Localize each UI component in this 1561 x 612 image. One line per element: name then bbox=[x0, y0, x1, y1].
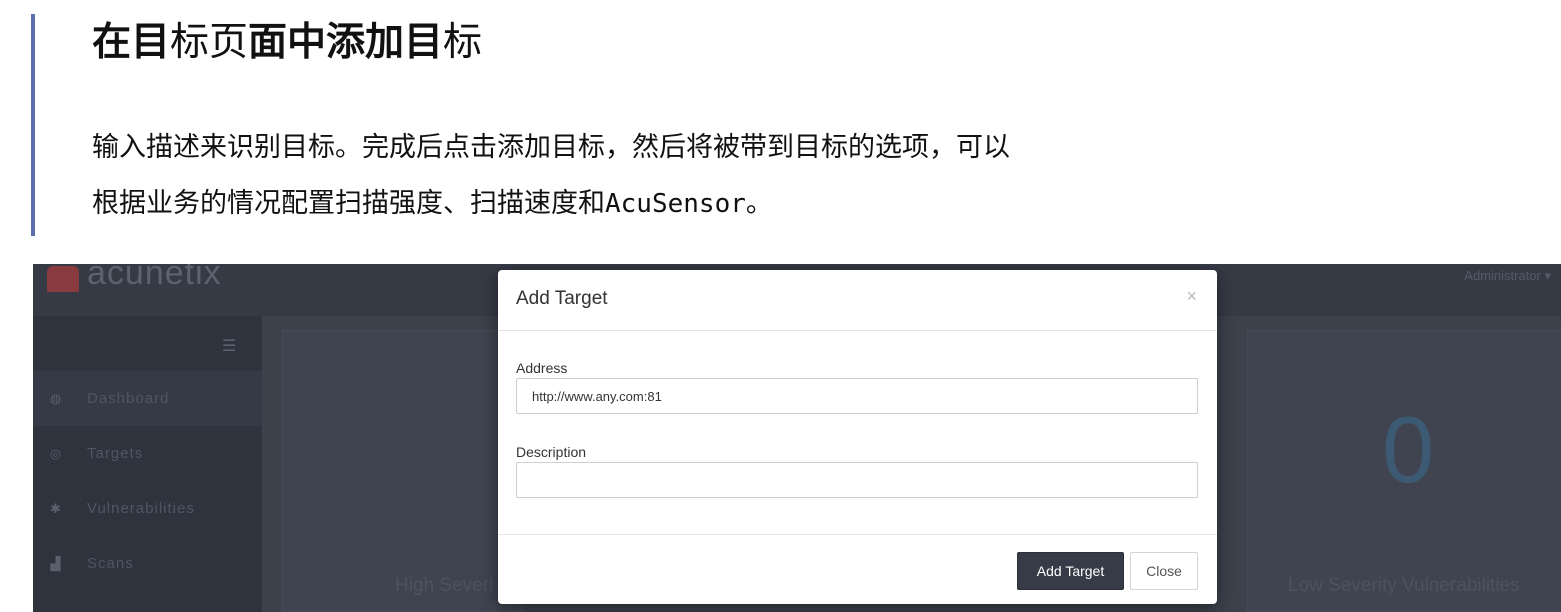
article-body: 输入描述来识别目标。完成后点击添加目标，然后将被带到目标的选项，可以 根据业务的… bbox=[92, 120, 1392, 232]
description-input[interactable] bbox=[516, 462, 1198, 498]
sidebar-item-scans[interactable]: ▟ Scans bbox=[33, 536, 262, 591]
sidebar-item-label: Targets bbox=[87, 445, 144, 462]
address-input[interactable] bbox=[516, 378, 1198, 414]
article-body-line-1: 输入描述来识别目标。完成后点击添加目标，然后将被带到目标的选项，可以 bbox=[92, 132, 1010, 163]
sidebar-item-label: Scans bbox=[87, 555, 134, 572]
user-menu[interactable]: Administrator ▾ bbox=[1464, 268, 1551, 284]
chart-icon: ▟ bbox=[50, 555, 62, 571]
sidebar: ☰ ◍ Dashboard ◎ Targets ✱ Vulnerabilitie… bbox=[33, 316, 262, 612]
logo-text: acunetix bbox=[87, 264, 222, 292]
article-body-line-2: 根据业务的情况配置扫描强度、扫描速度和AcuSensor。 bbox=[92, 176, 1392, 232]
modal-header: Add Target × bbox=[498, 270, 1217, 331]
bug-icon: ✱ bbox=[50, 500, 62, 516]
close-button[interactable]: Close bbox=[1130, 552, 1198, 590]
high-severity-label: High Severi bbox=[395, 575, 494, 596]
sidebar-item-label: Dashboard bbox=[87, 390, 170, 407]
title-part-3: 面中添加目 bbox=[248, 20, 444, 65]
description-label: Description bbox=[516, 444, 587, 460]
acunetix-logo[interactable]: acunetix bbox=[47, 264, 222, 293]
sidebar-item-vulnerabilities[interactable]: ✱ Vulnerabilities bbox=[33, 481, 262, 536]
modal-title: Add Target bbox=[516, 288, 608, 309]
add-target-button[interactable]: Add Target bbox=[1017, 552, 1124, 590]
target-icon: ◎ bbox=[49, 445, 63, 461]
sidebar-item-targets[interactable]: ◎ Targets bbox=[33, 426, 262, 481]
modal-footer: Add Target Close bbox=[498, 534, 1217, 605]
low-severity-count: 0 bbox=[1382, 397, 1435, 502]
add-target-modal: Add Target × Address Description Add Tar… bbox=[498, 270, 1217, 604]
title-part-1: 在目 bbox=[92, 20, 171, 65]
sidebar-item-dashboard[interactable]: ◍ Dashboard bbox=[33, 371, 262, 426]
acunetix-screenshot: acunetix Administrator ▾ ☰ ◍ Dashboard ◎… bbox=[33, 264, 1561, 612]
body-line2-suffix: 。 bbox=[745, 188, 773, 219]
menu-collapse-icon[interactable]: ☰ bbox=[222, 336, 236, 355]
page: 在目标页面中添加目标 输入描述来识别目标。完成后点击添加目标，然后将被带到目标的… bbox=[0, 0, 1561, 612]
close-icon[interactable]: × bbox=[1186, 286, 1197, 307]
low-severity-label: Low Severity Vulnerabilities bbox=[1288, 575, 1520, 596]
body-line2-prefix: 根据业务的情况配置扫描强度、扫描速度和 bbox=[92, 188, 605, 219]
dashboard-icon: ◍ bbox=[49, 390, 63, 406]
logo-mark-icon bbox=[47, 265, 79, 292]
high-severity-card: High Severi bbox=[282, 330, 524, 612]
quote-accent-bar bbox=[31, 14, 35, 236]
title-part-4: 标 bbox=[443, 20, 483, 65]
title-part-2: 标页 bbox=[170, 20, 249, 65]
address-label: Address bbox=[516, 360, 568, 376]
acusensor-term: AcuSensor bbox=[605, 189, 746, 219]
sidebar-item-label: Vulnerabilities bbox=[87, 500, 195, 517]
article-title: 在目标页面中添加目标 bbox=[92, 16, 482, 70]
